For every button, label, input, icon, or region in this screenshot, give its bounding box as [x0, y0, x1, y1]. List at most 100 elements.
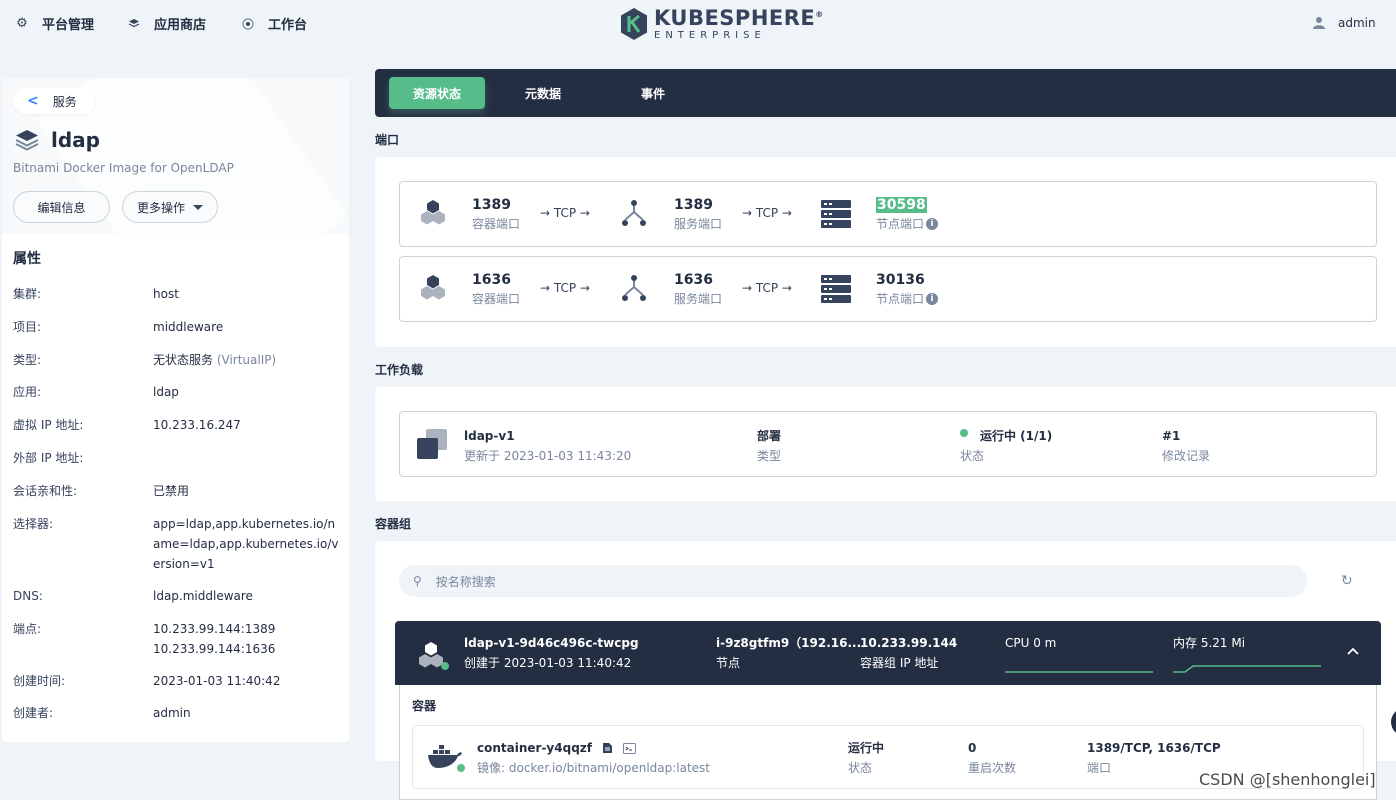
user-menu[interactable]: admin: [1312, 16, 1376, 30]
node-port-number[interactable]: 30598: [876, 197, 927, 213]
attr-created-time: 创建时间: 2023-01-03 11:40:42: [13, 671, 343, 691]
container-ports: 1389/TCP, 1636/TCP: [1087, 741, 1221, 755]
workload-panel: ldap-v1 更新于 2023-01-03 11:43:20 部署 类型 运行中 …: [375, 387, 1396, 501]
container-status-cell: 运行中 状态: [848, 738, 884, 778]
status-dot-icon: [960, 429, 968, 437]
attr-type: 类型: 无状态服务 (VirtualIP): [13, 350, 343, 370]
service-topology-icon: [622, 200, 646, 226]
logs-icon[interactable]: [602, 742, 613, 754]
workload-revision-cell: #1 修改记录: [1162, 426, 1210, 466]
user-icon: [1313, 17, 1325, 29]
nav-platform-management[interactable]: ⚙ 平台管理: [14, 14, 94, 33]
search-placeholder: 按名称搜索: [435, 574, 496, 589]
service-title: ldap: [15, 128, 100, 152]
workload-status: 运行中 (1/1): [980, 429, 1053, 443]
service-header: < 服务 ldap Bitnami Docker Image for OpenL…: [2, 78, 349, 234]
pod-search-input[interactable]: ⚲ 按名称搜索: [399, 565, 1307, 597]
pod-row[interactable]: ldap-v1-9d46c496c-twcpg 创建于 2023-01-03 11…: [395, 621, 1381, 685]
attr-value: [153, 448, 343, 468]
attr-key: 类型:: [13, 353, 42, 367]
attr-key: 集群:: [13, 287, 42, 301]
port-label: 节点端口: [876, 292, 925, 306]
pod-node-label: 节点: [716, 656, 741, 670]
attr-value: ldap.middleware: [153, 589, 253, 603]
tab-label: 事件: [641, 86, 666, 101]
chevron-left-icon: <: [27, 93, 39, 109]
protocol-arrow: → TCP →: [540, 281, 590, 295]
workbench-icon: [240, 16, 256, 32]
logo-registered-mark: ®: [815, 9, 824, 19]
port-number: 1636: [674, 272, 713, 288]
ports-panel: 1389 容器端口 → TCP → 1389 服务端口 → TCP → 30598 节…: [375, 157, 1396, 347]
port-label: 节点端口: [876, 217, 925, 231]
info-icon[interactable]: i: [926, 293, 939, 305]
attr-key: 创建时间:: [13, 674, 66, 688]
container-image: 镜像: docker.io/bitnami/openldap:latest: [477, 761, 711, 775]
nav-platform-label: 平台管理: [42, 18, 95, 33]
caret-down-icon: [193, 204, 203, 210]
port-label: 容器端口: [472, 217, 521, 231]
search-icon: ⚲: [413, 574, 422, 588]
more-actions-label: 更多操作: [136, 200, 185, 215]
container-status: 运行中: [848, 741, 885, 755]
username: admin: [1338, 16, 1376, 30]
tab-events[interactable]: 事件: [641, 77, 665, 109]
chevron-up-icon[interactable]: [1347, 643, 1359, 659]
attr-cluster: 集群: host: [13, 284, 343, 304]
attr-creator: 创建者: admin: [13, 703, 343, 723]
nav-workbench[interactable]: 工作台: [240, 14, 307, 33]
attr-project: 项目: middleware: [13, 317, 343, 337]
workload-section-title: 工作负载: [375, 363, 424, 377]
pod-memory-cell: 内存 5.21 Mi: [1173, 633, 1321, 676]
workload-status-cell: 运行中 (1/1) 状态: [960, 426, 1052, 466]
edit-info-button[interactable]: 编辑信息: [13, 191, 110, 223]
container-status-label: 状态: [848, 761, 873, 775]
container-port: 1389 容器端口: [472, 196, 520, 234]
pod-icon: [417, 641, 449, 671]
endpoint-item: 10.233.99.144:1636: [153, 642, 276, 656]
pod-node-cell: i-9z8gtfm9（192.16... 节点: [716, 633, 861, 673]
back-to-services-button[interactable]: < 服务: [13, 88, 95, 114]
container-status-dot-icon: [457, 764, 465, 772]
kubesphere-logo[interactable]: KUBESPHERE® ENTERPRISE: [620, 7, 824, 41]
endpoint-item: 10.233.99.144:1389: [153, 622, 276, 636]
workload-name[interactable]: ldap-v1: [464, 426, 631, 446]
info-icon[interactable]: i: [926, 218, 939, 230]
port-row: 1636 容器端口 → TCP → 1636 服务端口 → TCP → 30136 节…: [399, 256, 1377, 322]
pod-ip-cell: 10.233.99.144 容器组 IP 地址: [860, 633, 957, 673]
tab-metadata[interactable]: 元数据: [525, 77, 561, 109]
nav-app-store[interactable]: 应用商店: [126, 14, 206, 33]
attr-value: host: [153, 287, 179, 301]
node-server-icon: [821, 200, 851, 228]
tab-resource-status[interactable]: 资源状态: [389, 77, 485, 109]
container-restarts: 0: [968, 741, 977, 755]
workload-row[interactable]: ldap-v1 更新于 2023-01-03 11:43:20 部署 类型 运行中 …: [399, 411, 1377, 477]
logo-sub-text: ENTERPRISE: [654, 29, 766, 41]
attr-key: 外部 IP 地址:: [13, 451, 84, 465]
pod-node[interactable]: i-9z8gtfm9（192.16...: [716, 633, 861, 653]
attr-value: 无状态服务: [153, 353, 214, 367]
pod-created: 创建于 2023-01-03 11:40:42: [464, 656, 632, 670]
node-port: 30136 节点端口 i: [876, 271, 939, 309]
port-label: 服务端口: [674, 217, 723, 231]
container-name[interactable]: container-y4qqzf: [477, 738, 592, 758]
more-actions-button[interactable]: 更多操作: [122, 191, 218, 223]
attr-key: 选择器:: [13, 517, 54, 531]
watermark: CSDN @[shenhonglei]: [1199, 770, 1376, 789]
refresh-icon[interactable]: ↻: [1341, 573, 1353, 589]
attr-value: 已禁用: [153, 484, 190, 498]
terminal-icon[interactable]: [622, 742, 636, 754]
pods-section-title: 容器组: [375, 517, 412, 531]
container-name-cell: container-y4qqzf 镜像: docker.io/bitnami/o…: [477, 738, 710, 778]
kubesphere-logo-icon: [621, 8, 647, 40]
attr-selector: 选择器: app=ldap,app.kubernetes.io/name=ldap…: [13, 514, 343, 574]
nav-workbench-label: 工作台: [268, 18, 308, 33]
pod-name[interactable]: ldap-v1-9d46c496c-twcpg: [464, 633, 639, 653]
attr-key: 会话亲和性:: [13, 484, 78, 498]
attr-endpoints: 端点: 10.233.99.144:1389 10.233.99.144:1636: [13, 619, 343, 659]
containers-label: 容器: [412, 699, 437, 713]
logo-main-text: KUBESPHERE: [654, 5, 816, 30]
port-number: 1389: [674, 197, 713, 213]
container-icon: [421, 275, 445, 300]
back-label: 服务: [52, 94, 77, 109]
